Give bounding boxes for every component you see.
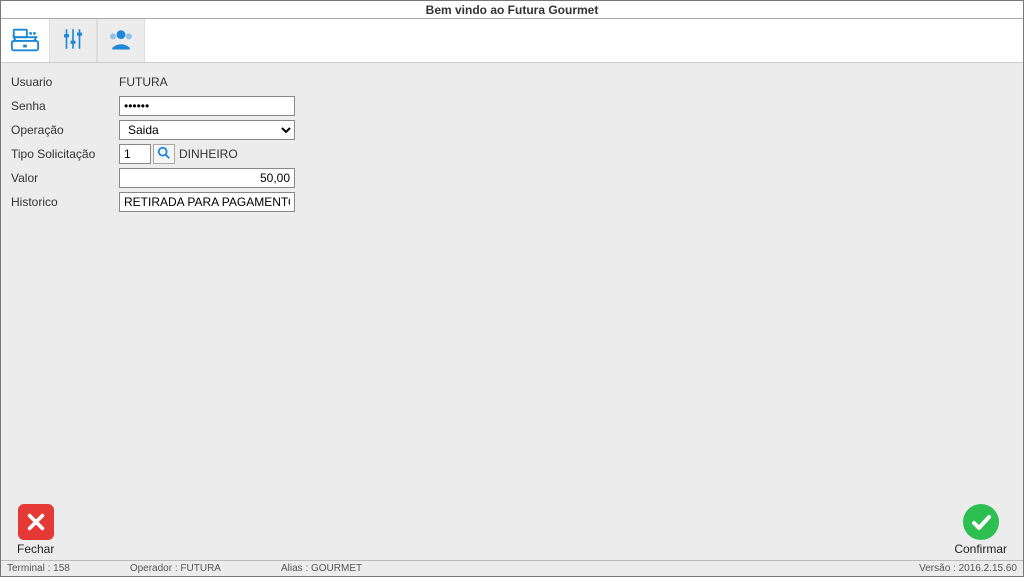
close-button[interactable]: Fechar: [17, 504, 54, 556]
status-terminal-label: Terminal :: [7, 563, 50, 574]
cash-register-icon: [10, 24, 40, 57]
close-label: Fechar: [17, 542, 54, 556]
form-area: Usuario FUTURA Senha Operação Saida Tipo…: [1, 63, 1023, 560]
title-bar: Bem vindo ao Futura Gourmet: [1, 1, 1023, 19]
status-alias-label: Alias :: [281, 563, 308, 574]
operacao-label: Operação: [11, 123, 119, 137]
app-window: Bem vindo ao Futura Gourmet: [0, 0, 1024, 577]
status-operador-value: FUTURA: [180, 563, 221, 574]
toolbar-cash-register-button[interactable]: [1, 19, 49, 62]
tipo-label: Tipo Solicitação: [11, 147, 119, 161]
status-versao-label: Versão :: [919, 563, 956, 574]
toolbar-users-button[interactable]: [97, 19, 145, 62]
historico-input[interactable]: [119, 192, 295, 212]
status-alias-value: GOURMET: [311, 563, 362, 574]
status-operador: Operador : FUTURA: [130, 563, 221, 574]
row-senha: Senha: [11, 95, 1013, 117]
senha-label: Senha: [11, 99, 119, 113]
status-bar: Terminal : 158 Operador : FUTURA Alias :…: [1, 560, 1023, 576]
confirm-label: Confirmar: [954, 542, 1007, 556]
close-icon: [18, 504, 54, 540]
tipo-text: DINHEIRO: [179, 147, 238, 161]
operacao-select[interactable]: Saida: [119, 120, 295, 140]
status-terminal-value: 158: [53, 563, 70, 574]
row-operacao: Operação Saida: [11, 119, 1013, 141]
row-usuario: Usuario FUTURA: [11, 71, 1013, 93]
check-icon: [963, 504, 999, 540]
tipo-search-button[interactable]: [153, 144, 175, 164]
tipo-code-input[interactable]: [119, 144, 151, 164]
valor-label: Valor: [11, 171, 119, 185]
row-historico: Historico: [11, 191, 1013, 213]
senha-input[interactable]: [119, 96, 295, 116]
users-icon: [107, 25, 135, 56]
status-terminal: Terminal : 158: [7, 563, 70, 574]
usuario-label: Usuario: [11, 75, 119, 89]
toolbar: [1, 19, 1023, 63]
status-alias: Alias : GOURMET: [281, 563, 362, 574]
toolbar-sliders-button[interactable]: [49, 19, 97, 62]
sliders-icon: [60, 26, 86, 55]
valor-input[interactable]: [119, 168, 295, 188]
status-versao-value: 2016.2.15.60: [959, 563, 1017, 574]
window-title: Bem vindo ao Futura Gourmet: [426, 3, 599, 17]
status-operador-label: Operador :: [130, 563, 178, 574]
confirm-button[interactable]: Confirmar: [954, 504, 1007, 556]
status-versao: Versão : 2016.2.15.60: [919, 563, 1017, 574]
usuario-value: FUTURA: [119, 75, 168, 89]
row-tipo-solicitacao: Tipo Solicitação DINHEIRO: [11, 143, 1013, 165]
search-icon: [157, 146, 171, 163]
bottom-actions: Fechar Confirmar: [1, 500, 1023, 560]
row-valor: Valor: [11, 167, 1013, 189]
historico-label: Historico: [11, 195, 119, 209]
